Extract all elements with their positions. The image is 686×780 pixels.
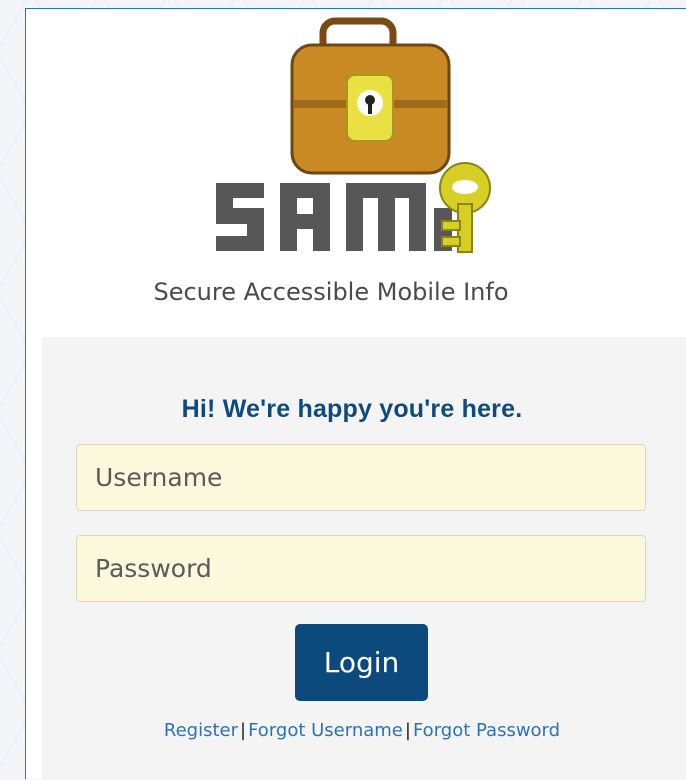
login-form-panel: Hi! We're happy you're here. Login Regis… bbox=[42, 337, 686, 780]
link-separator: | bbox=[404, 720, 411, 741]
account-links: Register | Forgot Username | Forgot Password bbox=[42, 720, 682, 741]
forgot-username-link[interactable]: Forgot Username bbox=[248, 720, 403, 741]
link-separator: | bbox=[240, 720, 247, 741]
password-input[interactable] bbox=[76, 535, 646, 602]
login-card: Secure Accessible Mobile Info Hi! We're … bbox=[25, 8, 686, 780]
key-icon bbox=[439, 162, 491, 253]
tagline: Secure Accessible Mobile Info bbox=[153, 278, 509, 306]
briefcase-lock-icon bbox=[290, 17, 451, 175]
register-link[interactable]: Register bbox=[164, 720, 238, 741]
sami-logo bbox=[216, 17, 491, 253]
sam-letters bbox=[216, 183, 452, 251]
greeting-heading: Hi! We're happy you're here. bbox=[181, 395, 523, 423]
username-input[interactable] bbox=[76, 444, 646, 511]
login-button[interactable]: Login bbox=[295, 624, 428, 701]
logo-area: Secure Accessible Mobile Info bbox=[26, 9, 686, 327]
forgot-password-link[interactable]: Forgot Password bbox=[413, 720, 560, 741]
